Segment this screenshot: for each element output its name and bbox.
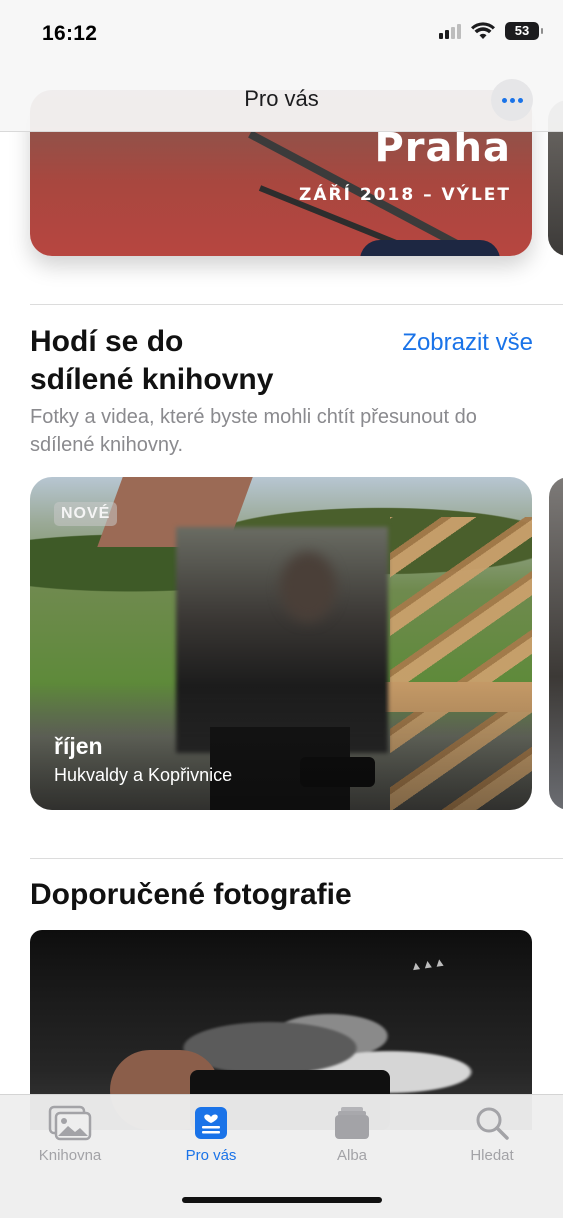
top-bar: 16:12 53 Pro vás — [0, 0, 563, 132]
photo-gradient-overlay — [30, 680, 532, 810]
more-dot — [517, 97, 523, 103]
cellular-signal-icon — [439, 23, 461, 39]
shared-section-description: Fotky a videa, které byste mohli chtít p… — [30, 406, 477, 456]
section-divider — [30, 304, 563, 305]
more-options-button[interactable] — [491, 79, 533, 121]
more-dot — [509, 97, 515, 103]
tab-for-you[interactable]: Pro vás — [156, 1105, 266, 1164]
shared-section-title: Hodí se do sdílené knihovny — [30, 323, 273, 399]
shared-library-card[interactable]: NOVÉ říjen Hukvaldy a Kopřivnice — [30, 477, 532, 810]
page-title: Pro vás — [244, 86, 319, 111]
memory-subtitle: ZÁŘÍ 2018 – VÝLET — [299, 185, 511, 205]
new-badge: NOVÉ — [54, 502, 118, 526]
more-dot — [501, 97, 507, 103]
home-indicator[interactable] — [182, 1197, 382, 1203]
for-you-icon — [195, 1107, 227, 1139]
tab-search-label: Hledat — [470, 1147, 514, 1164]
shared-title-line2: sdílené knihovny — [30, 363, 274, 396]
photo-detail — [280, 552, 336, 622]
recommended-section-title: Doporučené fotografie — [30, 878, 352, 911]
tab-for-you-label: Pro vás — [185, 1147, 237, 1164]
photo-detail: ▲▲▲ — [409, 954, 447, 974]
photo-detail — [360, 240, 500, 256]
tab-albums-label: Alba — [336, 1147, 368, 1164]
search-icon — [476, 1107, 509, 1140]
shared-title-line1: Hodí se do — [30, 325, 184, 358]
tab-search[interactable]: Hledat — [437, 1105, 547, 1164]
see-all-link[interactable]: Zobrazit vše — [402, 329, 533, 357]
card-title: říjen — [54, 733, 103, 759]
status-icons: 53 — [439, 22, 543, 40]
battery-icon: 53 — [505, 22, 543, 40]
tab-library-label: Knihovna — [38, 1147, 102, 1164]
card-subtitle: Hukvaldy a Kopřivnice — [54, 765, 233, 785]
photo-library-icon — [48, 1105, 92, 1141]
tab-library[interactable]: Knihovna — [15, 1105, 125, 1164]
next-shared-card[interactable] — [549, 477, 563, 810]
tab-albums[interactable]: Alba — [297, 1105, 407, 1164]
wifi-icon — [471, 22, 495, 40]
section-divider — [30, 858, 563, 859]
albums-icon — [335, 1107, 369, 1139]
status-time: 16:12 — [42, 22, 98, 45]
